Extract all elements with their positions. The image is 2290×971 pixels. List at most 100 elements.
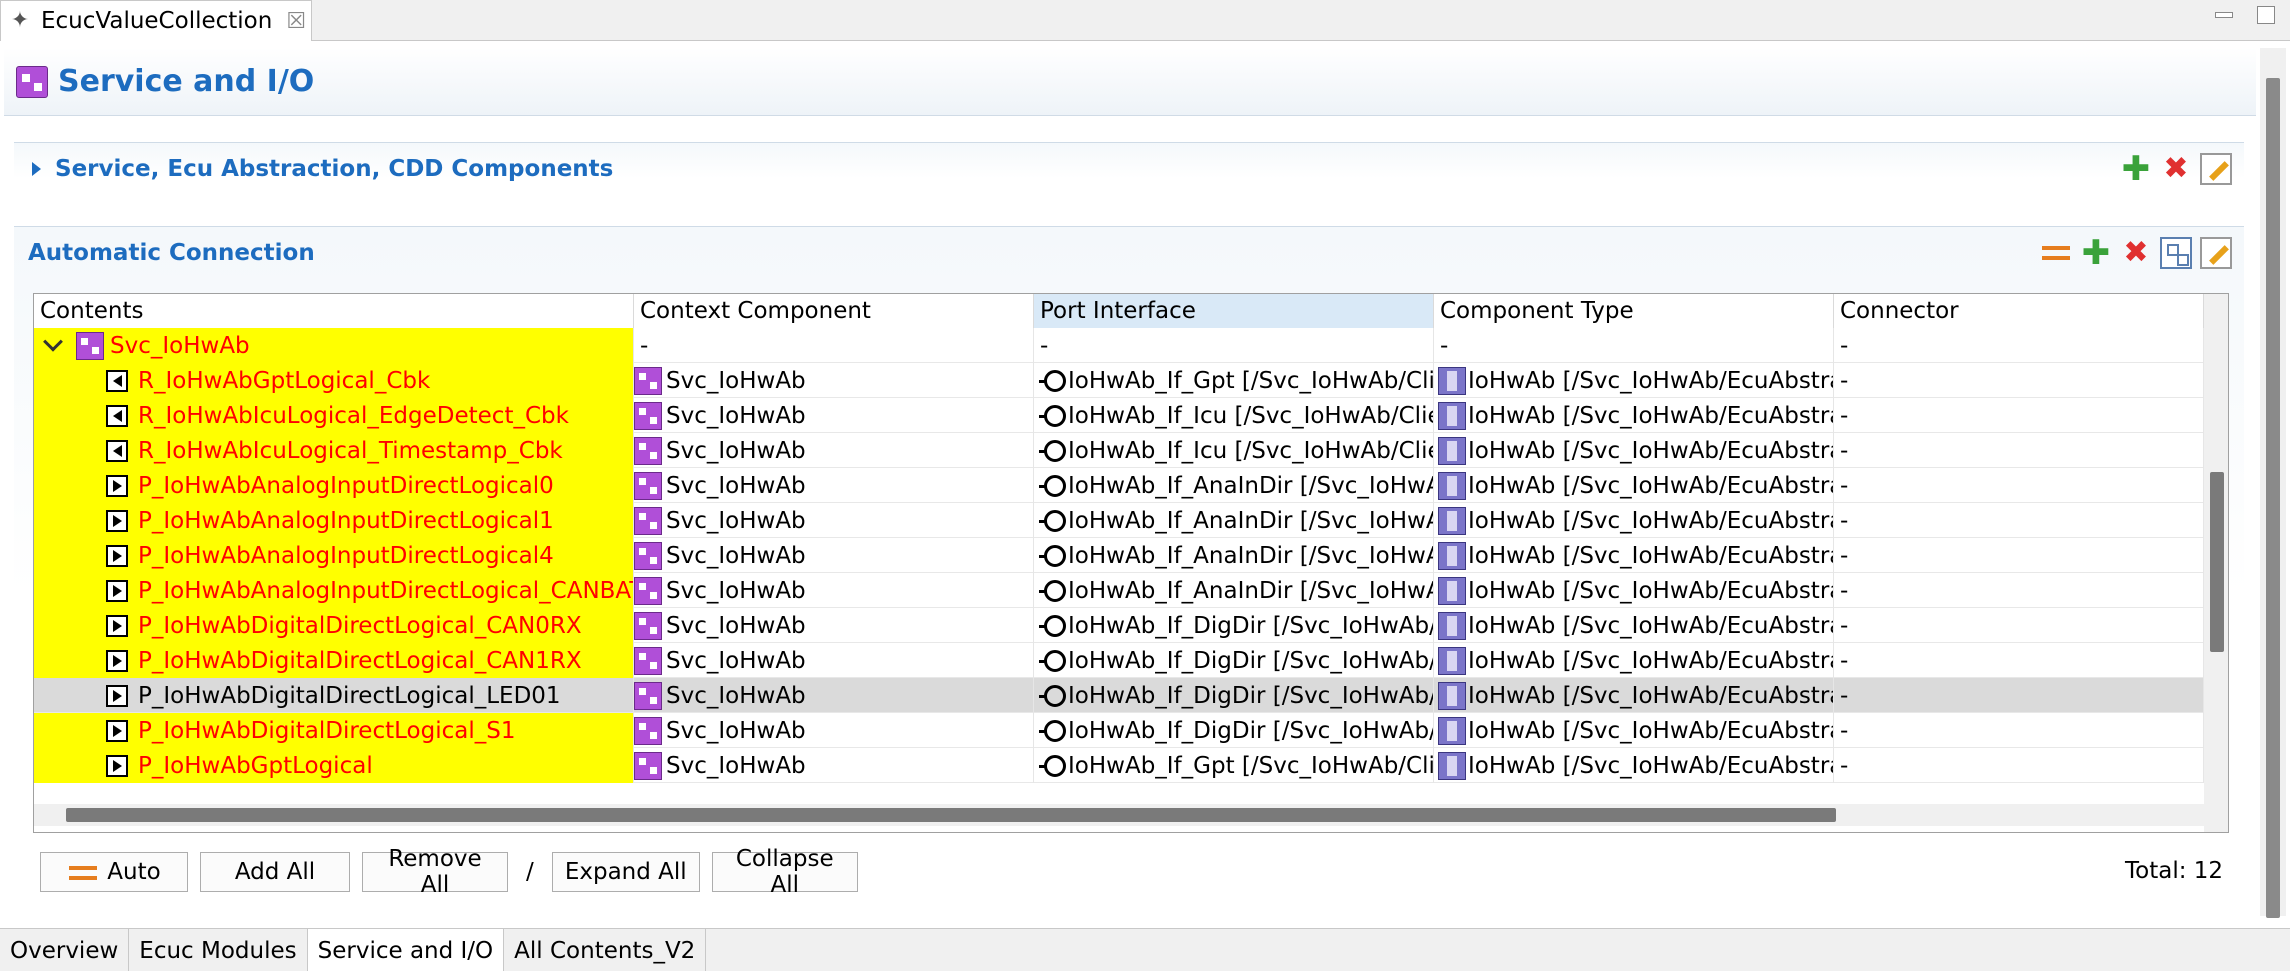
service-component-icon — [634, 611, 662, 640]
delete-icon[interactable]: ✖ — [2160, 153, 2192, 185]
component-type-cell: IoHwAb [/Svc_IoHwAb/EcuAbstra... — [1434, 363, 1834, 398]
contents-cell[interactable]: R_IoHwAbIcuLogical_EdgeDetect_Cbk — [34, 398, 634, 433]
chevron-down-icon[interactable] — [43, 331, 63, 352]
page-vertical-scrollbar[interactable] — [2260, 48, 2286, 918]
contents-cell[interactable]: P_IoHwAbAnalogInputDirectLogical_CANBAT — [34, 573, 634, 608]
contents-cell[interactable]: P_IoHwAbAnalogInputDirectLogical1 — [34, 503, 634, 538]
table-row-root[interactable]: Svc_IoHwAb - - - - — [34, 328, 2204, 363]
context-cell: Svc_IoHwAb — [634, 573, 1034, 608]
component-type-icon — [1438, 471, 1466, 500]
connector-cell: - — [1834, 573, 2204, 608]
context-component: Svc_IoHwAb — [666, 612, 806, 639]
minimize-icon[interactable] — [2212, 4, 2236, 26]
add-icon[interactable]: ✚ — [2120, 152, 2152, 186]
component-type-icon — [1438, 646, 1466, 675]
connect-icon[interactable] — [2040, 237, 2072, 269]
table-row[interactable]: P_IoHwAbAnalogInputDirectLogical_CANBAT S… — [34, 573, 2204, 608]
table-row[interactable]: R_IoHwAbIcuLogical_Timestamp_Cbk Svc_IoHw… — [34, 433, 2204, 468]
port-interface: IoHwAb_If_DigDir [/Svc_IoHwAb/... — [1068, 647, 1434, 674]
table-row[interactable]: P_IoHwAbAnalogInputDirectLogical0 Svc_IoH… — [34, 468, 2204, 503]
port-interface: IoHwAb_If_Gpt [/Svc_IoHwAb/Cli... — [1068, 367, 1434, 394]
vertical-scroll-thumb[interactable] — [2210, 472, 2224, 652]
port-interface-cell: IoHwAb_If_AnaInDir [/Svc_IoHwA... — [1034, 538, 1434, 573]
add-icon[interactable]: ✚ — [2080, 236, 2112, 270]
table-row[interactable]: P_IoHwAbDigitalDirectLogical_LED01 Svc_Io… — [34, 678, 2204, 713]
service-component-icon — [634, 576, 662, 605]
component-type-cell: IoHwAb [/Svc_IoHwAb/EcuAbstra... — [1434, 678, 1834, 713]
port-interface: IoHwAb_If_AnaInDir [/Svc_IoHwA... — [1068, 577, 1434, 604]
table-row[interactable]: R_IoHwAbIcuLogical_EdgeDetect_Cbk Svc_IoH… — [34, 398, 2204, 433]
components-toolbar: ✚ ✖ — [2120, 152, 2232, 186]
column-header-port-interface[interactable]: Port Interface — [1034, 294, 1434, 328]
table-row[interactable]: P_IoHwAbDigitalDirectLogical_S1 Svc_IoHwA… — [34, 713, 2204, 748]
port-interface: IoHwAb_If_AnaInDir [/Svc_IoHwA... — [1068, 542, 1434, 569]
root-contents-cell[interactable]: Svc_IoHwAb — [34, 328, 634, 363]
port-name: P_IoHwAbAnalogInputDirectLogical4 — [138, 542, 554, 569]
edit-icon[interactable] — [2200, 153, 2232, 185]
contents-cell[interactable]: P_IoHwAbDigitalDirectLogical_S1 — [34, 713, 634, 748]
context-component: Svc_IoHwAb — [666, 717, 806, 744]
page-header: Service and I/O — [4, 48, 2256, 116]
service-component-icon — [634, 366, 662, 395]
interface-icon — [1039, 369, 1066, 392]
port-name: P_IoHwAbGptLogical — [138, 752, 373, 779]
service-component-icon — [634, 541, 662, 570]
service-component-icon — [634, 751, 662, 780]
context-cell: Svc_IoHwAb — [634, 608, 1034, 643]
contents-cell[interactable]: P_IoHwAbGptLogical — [34, 748, 634, 783]
horizontal-scrollbar[interactable] — [34, 804, 2204, 826]
component-type-cell: IoHwAb [/Svc_IoHwAb/EcuAbstra... — [1434, 608, 1834, 643]
table-row[interactable]: P_IoHwAbGptLogical Svc_IoHwAb IoHwAb_If_Gp… — [34, 748, 2204, 783]
close-icon[interactable]: ☒ — [286, 9, 306, 34]
page-tab-ecuc-modules[interactable]: Ecuc Modules — [129, 929, 308, 971]
component-type-icon — [1438, 401, 1466, 430]
vertical-scrollbar[interactable] — [2204, 294, 2228, 832]
column-header-context-component[interactable]: Context Component — [634, 294, 1034, 328]
editor-tab-title: EcucValueCollection — [41, 8, 273, 34]
connector-cell: - — [1834, 608, 2204, 643]
connection-tree-table[interactable]: Contents Context Component Port Interfac… — [33, 293, 2229, 833]
column-header-connector[interactable]: Connector — [1834, 294, 2204, 328]
page-tab-all-contents-v2[interactable]: All Contents_V2 — [504, 929, 707, 971]
table-row[interactable]: P_IoHwAbDigitalDirectLogical_CAN0RX Svc_I… — [34, 608, 2204, 643]
provided-port-icon — [106, 614, 128, 637]
remove-all-button[interactable]: Remove All — [362, 846, 508, 898]
contents-cell[interactable]: R_IoHwAbGptLogical_Cbk — [34, 363, 634, 398]
expand-all-button[interactable]: Expand All — [551, 852, 700, 892]
interface-icon — [1039, 649, 1066, 672]
contents-cell[interactable]: R_IoHwAbIcuLogical_Timestamp_Cbk — [34, 433, 634, 468]
expand-arrow-icon[interactable] — [32, 162, 41, 176]
page-tab-overview[interactable]: Overview — [0, 929, 130, 971]
port-interface-cell: IoHwAb_If_DigDir [/Svc_IoHwAb/... — [1034, 678, 1434, 713]
table-row[interactable]: R_IoHwAbGptLogical_Cbk Svc_IoHwAb IoHwAb_I… — [34, 363, 2204, 398]
contents-cell[interactable]: P_IoHwAbDigitalDirectLogical_CAN0RX — [34, 608, 634, 643]
collapse-all-button[interactable]: Collapse All — [711, 846, 858, 898]
contents-cell[interactable]: P_IoHwAbDigitalDirectLogical_LED01 — [34, 678, 634, 713]
editor-tab[interactable]: ✦ EcucValueCollection ☒ — [0, 0, 312, 41]
contents-cell[interactable]: P_IoHwAbAnalogInputDirectLogical0 — [34, 468, 634, 503]
connector-cell: - — [1834, 398, 2204, 433]
column-header-contents[interactable]: Contents — [34, 294, 634, 328]
edit-icon[interactable] — [2200, 237, 2232, 269]
port-interface: IoHwAb_If_Icu [/Svc_IoHwAb/Clie... — [1068, 437, 1434, 464]
column-header-component-type[interactable]: Component Type — [1434, 294, 1834, 328]
table-row[interactable]: P_IoHwAbAnalogInputDirectLogical1 Svc_IoH… — [34, 503, 2204, 538]
collapse-tree-icon[interactable] — [2160, 237, 2192, 269]
page-tab-service-and-i-o[interactable]: Service and I/O — [307, 929, 505, 971]
delete-icon[interactable]: ✖ — [2120, 237, 2152, 269]
table-row[interactable]: P_IoHwAbDigitalDirectLogical_CAN1RX Svc_I… — [34, 643, 2204, 678]
components-section-header[interactable]: Service, Ecu Abstraction, CDD Components — [14, 143, 2244, 195]
contents-cell[interactable]: P_IoHwAbDigitalDirectLogical_CAN1RX — [34, 643, 634, 678]
contents-cell[interactable]: P_IoHwAbAnalogInputDirectLogical4 — [34, 538, 634, 573]
port-interface-cell: IoHwAb_If_Icu [/Svc_IoHwAb/Clie... — [1034, 433, 1434, 468]
component-type-icon — [1438, 751, 1466, 780]
component-type: IoHwAb [/Svc_IoHwAb/EcuAbstra... — [1468, 752, 1834, 779]
page-vertical-scroll-thumb[interactable] — [2266, 78, 2280, 918]
add-all-button[interactable]: Add All — [200, 852, 350, 892]
horizontal-scroll-thumb[interactable] — [66, 808, 1836, 822]
connector-cell: - — [1834, 713, 2204, 748]
table-row[interactable]: P_IoHwAbAnalogInputDirectLogical4 Svc_IoH… — [34, 538, 2204, 573]
auto-button[interactable]: Auto — [40, 852, 188, 892]
components-section-title[interactable]: Service, Ecu Abstraction, CDD Components — [55, 156, 613, 182]
maximize-icon[interactable] — [2254, 4, 2278, 26]
